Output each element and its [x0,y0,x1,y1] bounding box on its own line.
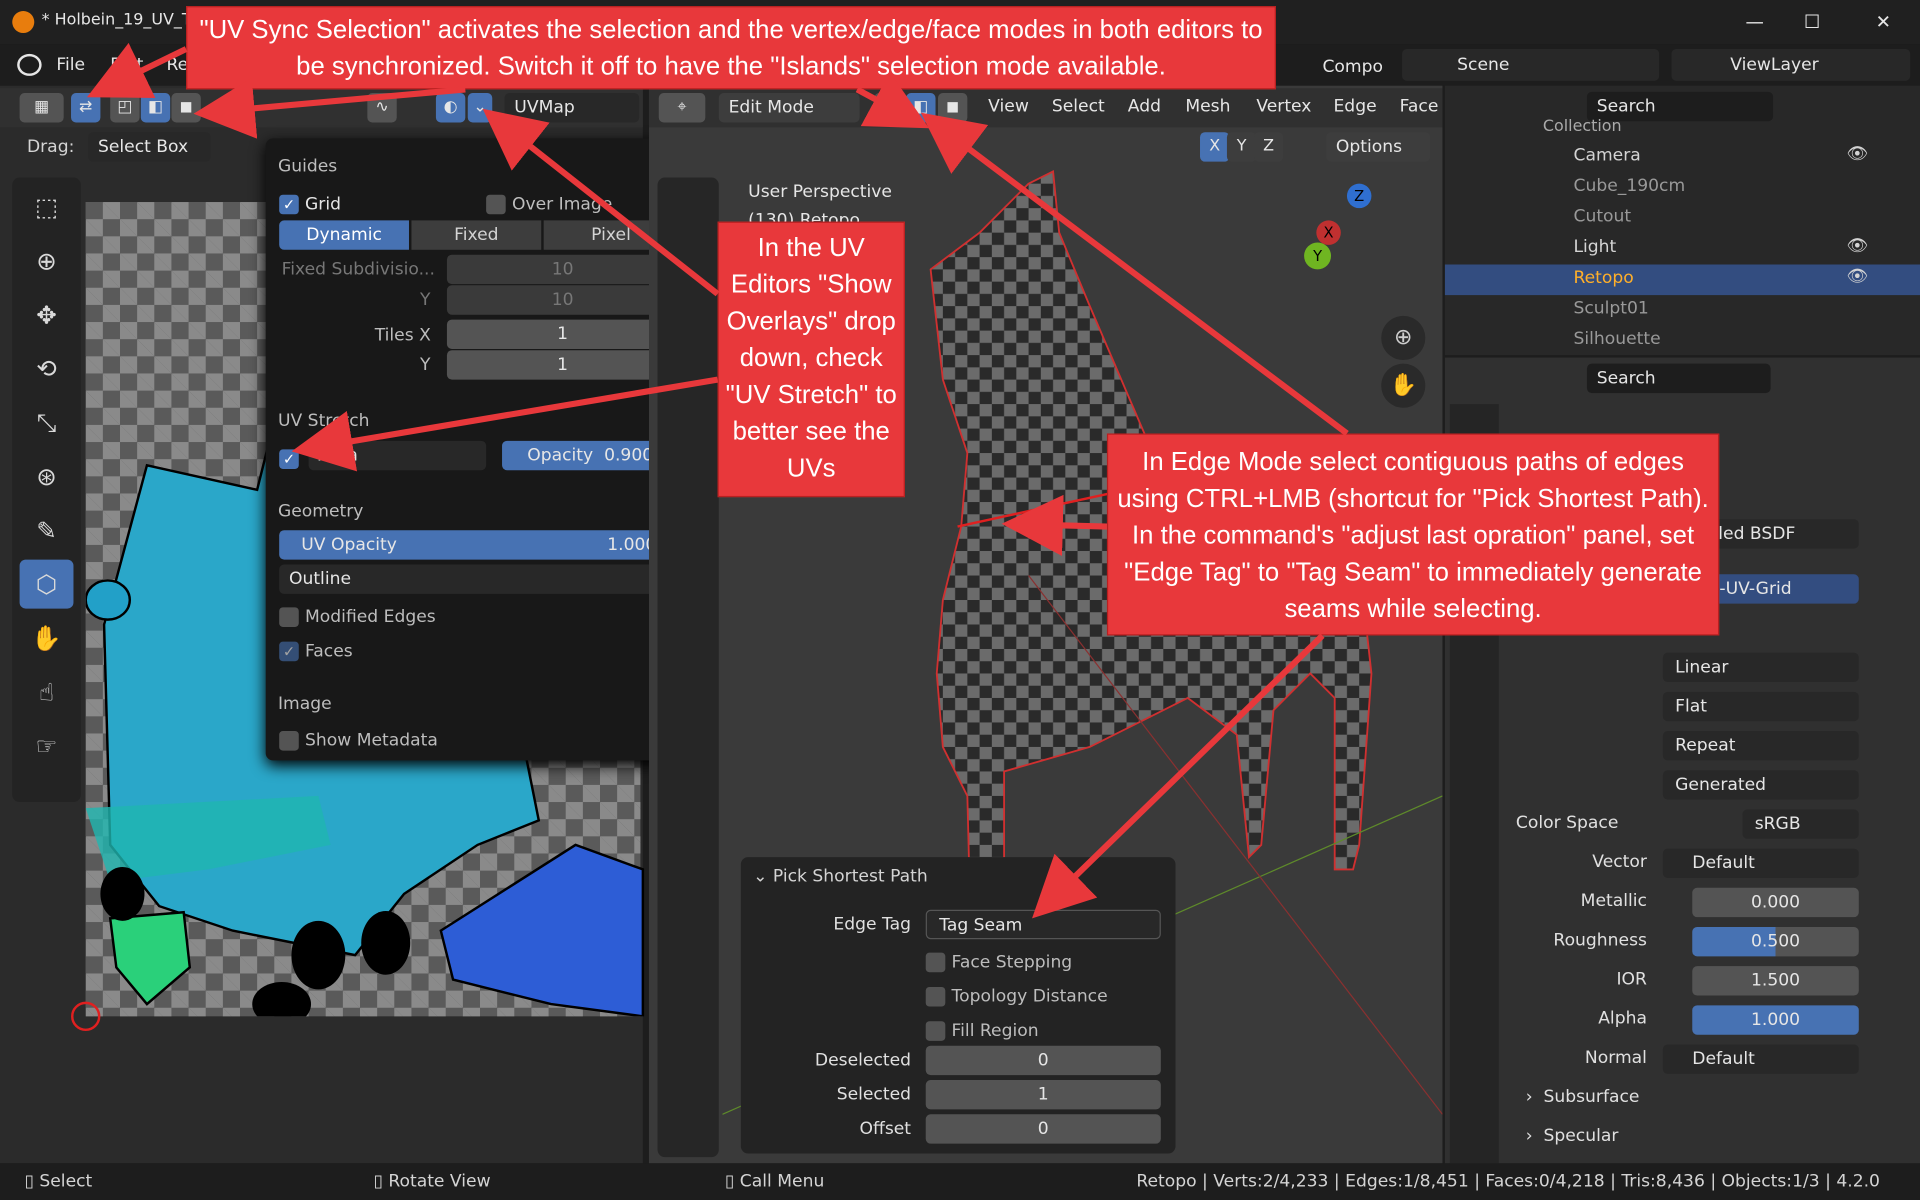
callout-arrows [86,42,1349,919]
